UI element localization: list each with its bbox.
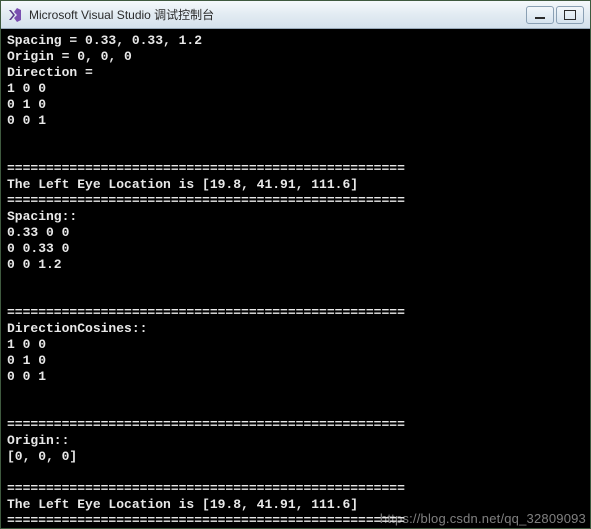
- titlebar[interactable]: Microsoft Visual Studio 调试控制台: [1, 1, 590, 29]
- console-output[interactable]: Spacing = 0.33, 0.33, 1.2 Origin = 0, 0,…: [1, 29, 590, 528]
- console-window: Microsoft Visual Studio 调试控制台 Spacing = …: [0, 0, 591, 529]
- window-title: Microsoft Visual Studio 调试控制台: [29, 6, 214, 23]
- vs-icon: [7, 7, 23, 23]
- maximize-button[interactable]: [556, 6, 584, 24]
- minimize-button[interactable]: [526, 6, 554, 24]
- window-buttons: [526, 6, 584, 24]
